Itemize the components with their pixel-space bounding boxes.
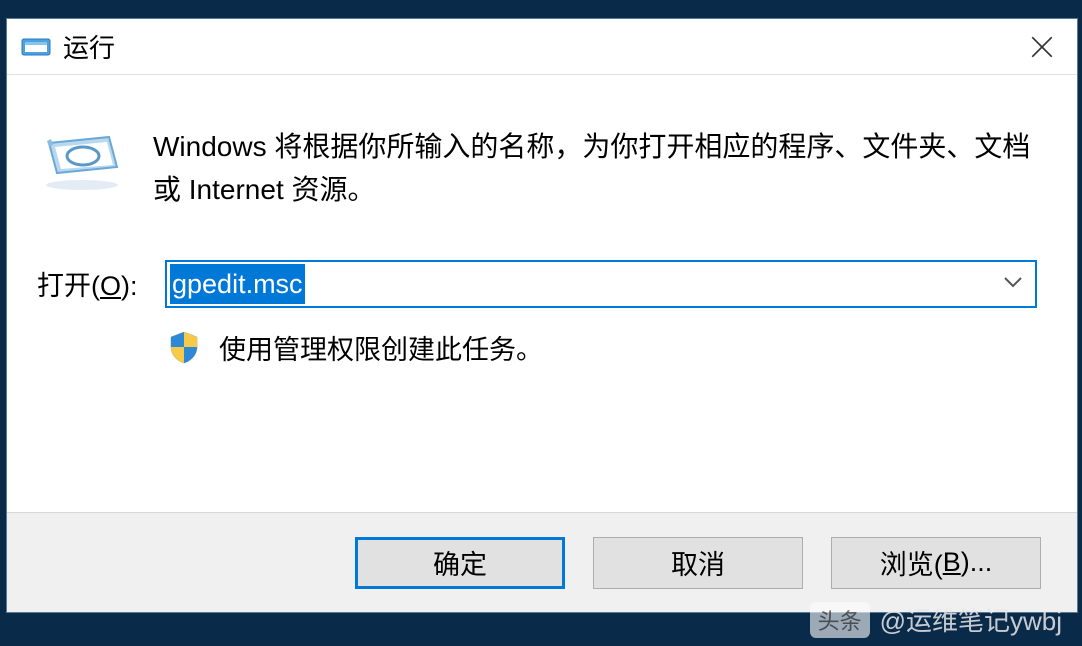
description-row: Windows 将根据你所输入的名称，为你打开相应的程序、文件夹、文档或 Int… [37,123,1037,212]
run-app-icon [21,36,51,58]
dialog-content: Windows 将根据你所输入的名称，为你打开相应的程序、文件夹、文档或 Int… [7,75,1077,512]
command-input-value: gpedit.msc [170,264,305,304]
dialog-title: 运行 [63,28,1007,65]
chevron-down-icon[interactable] [1003,275,1023,293]
watermark-text: @运维笔记ywbj [880,601,1062,638]
cancel-button[interactable]: 取消 [593,537,803,589]
browse-button[interactable]: 浏览(B)... [831,537,1041,589]
run-large-icon [37,123,127,193]
close-icon [1029,34,1055,60]
admin-notice-row: 使用管理权限创建此任务。 [167,328,1037,367]
titlebar: 运行 [7,19,1077,75]
button-bar: 确定 取消 浏览(B)... [7,512,1077,612]
run-dialog: 运行 Windows 将根据你所输入的名称，为你打开相应的程序、文件夹、文档或 … [6,18,1078,613]
watermark-badge: 头条 [810,602,870,638]
watermark: 头条 @运维笔记ywbj [810,601,1062,638]
input-row: 打开(O): gpedit.msc [37,260,1037,308]
shield-icon [167,330,201,364]
admin-notice-text: 使用管理权限创建此任务。 [219,328,543,367]
close-button[interactable] [1007,19,1077,75]
open-label: 打开(O): [37,264,147,303]
description-text: Windows 将根据你所输入的名称，为你打开相应的程序、文件夹、文档或 Int… [153,123,1037,212]
command-combobox[interactable]: gpedit.msc [165,260,1037,308]
ok-button[interactable]: 确定 [355,537,565,589]
